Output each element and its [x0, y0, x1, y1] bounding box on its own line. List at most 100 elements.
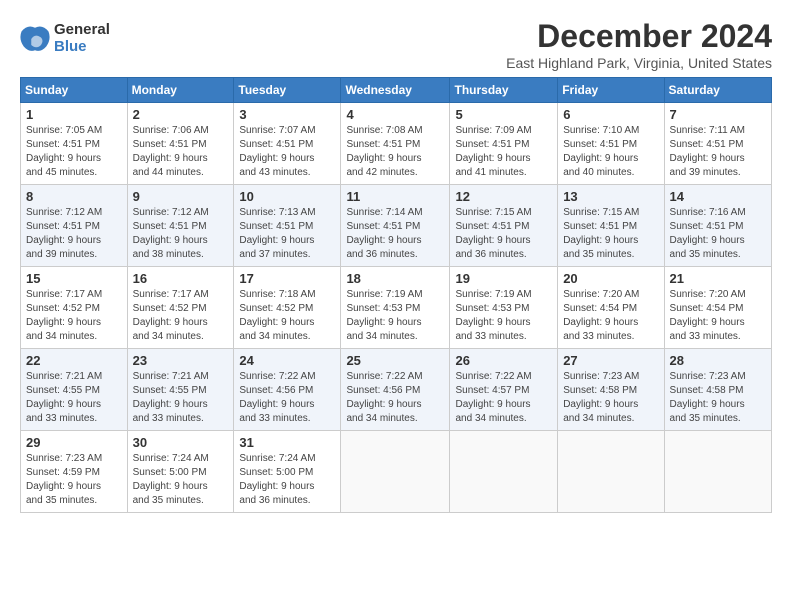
day-number: 3: [239, 107, 335, 122]
table-row: 24 Sunrise: 7:22 AM Sunset: 4:56 PM Dayli…: [234, 349, 341, 431]
day-number: 30: [133, 435, 229, 450]
table-row: 10 Sunrise: 7:13 AM Sunset: 4:51 PM Dayli…: [234, 185, 341, 267]
table-row: 8 Sunrise: 7:12 AM Sunset: 4:51 PM Daylig…: [21, 185, 128, 267]
calendar-week-1: 1 Sunrise: 7:05 AM Sunset: 4:51 PM Daylig…: [21, 103, 772, 185]
day-info: Sunrise: 7:20 AM Sunset: 4:54 PM Dayligh…: [670, 288, 766, 344]
day-number: 28: [670, 353, 766, 368]
header-thursday: Thursday: [450, 78, 558, 103]
day-info: Sunrise: 7:06 AM Sunset: 4:51 PM Dayligh…: [133, 124, 229, 180]
table-row: 31 Sunrise: 7:24 AM Sunset: 5:00 PM Dayli…: [234, 431, 341, 513]
table-row: [341, 431, 450, 513]
day-info: Sunrise: 7:23 AM Sunset: 4:59 PM Dayligh…: [26, 452, 122, 508]
day-info: Sunrise: 7:23 AM Sunset: 4:58 PM Dayligh…: [670, 370, 766, 426]
day-number: 11: [346, 189, 444, 204]
day-info: Sunrise: 7:24 AM Sunset: 5:00 PM Dayligh…: [133, 452, 229, 508]
day-number: 16: [133, 271, 229, 286]
day-info: Sunrise: 7:20 AM Sunset: 4:54 PM Dayligh…: [563, 288, 658, 344]
day-info: Sunrise: 7:10 AM Sunset: 4:51 PM Dayligh…: [563, 124, 658, 180]
day-info: Sunrise: 7:22 AM Sunset: 4:56 PM Dayligh…: [239, 370, 335, 426]
day-number: 13: [563, 189, 658, 204]
table-row: [664, 431, 771, 513]
calendar-week-5: 29Sunrise: 7:23 AM Sunset: 4:59 PM Dayli…: [21, 431, 772, 513]
day-info: Sunrise: 7:15 AM Sunset: 4:51 PM Dayligh…: [563, 206, 658, 262]
day-number: 24: [239, 353, 335, 368]
main-title: December 2024: [506, 18, 772, 55]
table-row: 20 Sunrise: 7:20 AM Sunset: 4:54 PM Dayli…: [558, 267, 664, 349]
day-number: 8: [26, 189, 122, 204]
table-row: 26 Sunrise: 7:22 AM Sunset: 4:57 PM Dayli…: [450, 349, 558, 431]
table-row: 19 Sunrise: 7:19 AM Sunset: 4:53 PM Dayli…: [450, 267, 558, 349]
day-info: Sunrise: 7:21 AM Sunset: 4:55 PM Dayligh…: [26, 370, 122, 426]
logo-text: General Blue: [54, 22, 110, 55]
table-row: 27 Sunrise: 7:23 AM Sunset: 4:58 PM Dayli…: [558, 349, 664, 431]
day-info: Sunrise: 7:12 AM Sunset: 4:51 PM Dayligh…: [133, 206, 229, 262]
day-number: 2: [133, 107, 229, 122]
day-number: 19: [455, 271, 552, 286]
table-row: 12Sunrise: 7:15 AM Sunset: 4:51 PM Dayli…: [450, 185, 558, 267]
table-row: 28 Sunrise: 7:23 AM Sunset: 4:58 PM Dayli…: [664, 349, 771, 431]
day-number: 26: [455, 353, 552, 368]
day-info: Sunrise: 7:17 AM Sunset: 4:52 PM Dayligh…: [26, 288, 122, 344]
day-info: Sunrise: 7:13 AM Sunset: 4:51 PM Dayligh…: [239, 206, 335, 262]
day-info: Sunrise: 7:23 AM Sunset: 4:58 PM Dayligh…: [563, 370, 658, 426]
day-info: Sunrise: 7:22 AM Sunset: 4:56 PM Dayligh…: [346, 370, 444, 426]
day-number: 4: [346, 107, 444, 122]
table-row: 7 Sunrise: 7:11 AM Sunset: 4:51 PM Daylig…: [664, 103, 771, 185]
table-row: [450, 431, 558, 513]
day-number: 9: [133, 189, 229, 204]
table-row: 11 Sunrise: 7:14 AM Sunset: 4:51 PM Dayli…: [341, 185, 450, 267]
day-number: 7: [670, 107, 766, 122]
day-number: 31: [239, 435, 335, 450]
header-friday: Friday: [558, 78, 664, 103]
day-number: 20: [563, 271, 658, 286]
table-row: 23Sunrise: 7:21 AM Sunset: 4:55 PM Dayli…: [127, 349, 234, 431]
header-sunday: Sunday: [21, 78, 128, 103]
day-info: Sunrise: 7:08 AM Sunset: 4:51 PM Dayligh…: [346, 124, 444, 180]
header-tuesday: Tuesday: [234, 78, 341, 103]
calendar-week-4: 22 Sunrise: 7:21 AM Sunset: 4:55 PM Dayli…: [21, 349, 772, 431]
calendar-table: Sunday Monday Tuesday Wednesday Thursday…: [20, 77, 772, 513]
day-number: 17: [239, 271, 335, 286]
table-row: 1 Sunrise: 7:05 AM Sunset: 4:51 PM Daylig…: [21, 103, 128, 185]
day-info: Sunrise: 7:07 AM Sunset: 4:51 PM Dayligh…: [239, 124, 335, 180]
table-row: 17 Sunrise: 7:18 AM Sunset: 4:52 PM Dayli…: [234, 267, 341, 349]
logo: General Blue: [20, 22, 110, 55]
subtitle: East Highland Park, Virginia, United Sta…: [506, 55, 772, 71]
day-info: Sunrise: 7:24 AM Sunset: 5:00 PM Dayligh…: [239, 452, 335, 508]
table-row: 4 Sunrise: 7:08 AM Sunset: 4:51 PM Daylig…: [341, 103, 450, 185]
day-info: Sunrise: 7:14 AM Sunset: 4:51 PM Dayligh…: [346, 206, 444, 262]
day-info: Sunrise: 7:18 AM Sunset: 4:52 PM Dayligh…: [239, 288, 335, 344]
day-info: Sunrise: 7:22 AM Sunset: 4:57 PM Dayligh…: [455, 370, 552, 426]
page-container: General Blue December 2024 East Highland…: [0, 0, 792, 523]
table-row: 3 Sunrise: 7:07 AM Sunset: 4:51 PM Daylig…: [234, 103, 341, 185]
day-number: 1: [26, 107, 122, 122]
header-monday: Monday: [127, 78, 234, 103]
day-info: Sunrise: 7:05 AM Sunset: 4:51 PM Dayligh…: [26, 124, 122, 180]
day-number: 27: [563, 353, 658, 368]
day-info: Sunrise: 7:11 AM Sunset: 4:51 PM Dayligh…: [670, 124, 766, 180]
table-row: 16 Sunrise: 7:17 AM Sunset: 4:52 PM Dayli…: [127, 267, 234, 349]
calendar-header-row: Sunday Monday Tuesday Wednesday Thursday…: [21, 78, 772, 103]
day-info: Sunrise: 7:12 AM Sunset: 4:51 PM Dayligh…: [26, 206, 122, 262]
calendar-week-3: 15Sunrise: 7:17 AM Sunset: 4:52 PM Dayli…: [21, 267, 772, 349]
table-row: 22 Sunrise: 7:21 AM Sunset: 4:55 PM Dayli…: [21, 349, 128, 431]
logo-icon: [20, 24, 50, 54]
table-row: 14 Sunrise: 7:16 AM Sunset: 4:51 PM Dayli…: [664, 185, 771, 267]
day-info: Sunrise: 7:19 AM Sunset: 4:53 PM Dayligh…: [455, 288, 552, 344]
table-row: 18 Sunrise: 7:19 AM Sunset: 4:53 PM Dayli…: [341, 267, 450, 349]
day-number: 14: [670, 189, 766, 204]
table-row: 5Sunrise: 7:09 AM Sunset: 4:51 PM Daylig…: [450, 103, 558, 185]
day-info: Sunrise: 7:15 AM Sunset: 4:51 PM Dayligh…: [455, 206, 552, 262]
day-number: 10: [239, 189, 335, 204]
table-row: 21Sunrise: 7:20 AM Sunset: 4:54 PM Dayli…: [664, 267, 771, 349]
table-row: 2 Sunrise: 7:06 AM Sunset: 4:51 PM Daylig…: [127, 103, 234, 185]
day-info: Sunrise: 7:19 AM Sunset: 4:53 PM Dayligh…: [346, 288, 444, 344]
day-number: 18: [346, 271, 444, 286]
header-saturday: Saturday: [664, 78, 771, 103]
day-info: Sunrise: 7:16 AM Sunset: 4:51 PM Dayligh…: [670, 206, 766, 262]
day-number: 23: [133, 353, 229, 368]
table-row: 6Sunrise: 7:10 AM Sunset: 4:51 PM Daylig…: [558, 103, 664, 185]
day-number: 22: [26, 353, 122, 368]
day-number: 5: [455, 107, 552, 122]
day-info: Sunrise: 7:17 AM Sunset: 4:52 PM Dayligh…: [133, 288, 229, 344]
